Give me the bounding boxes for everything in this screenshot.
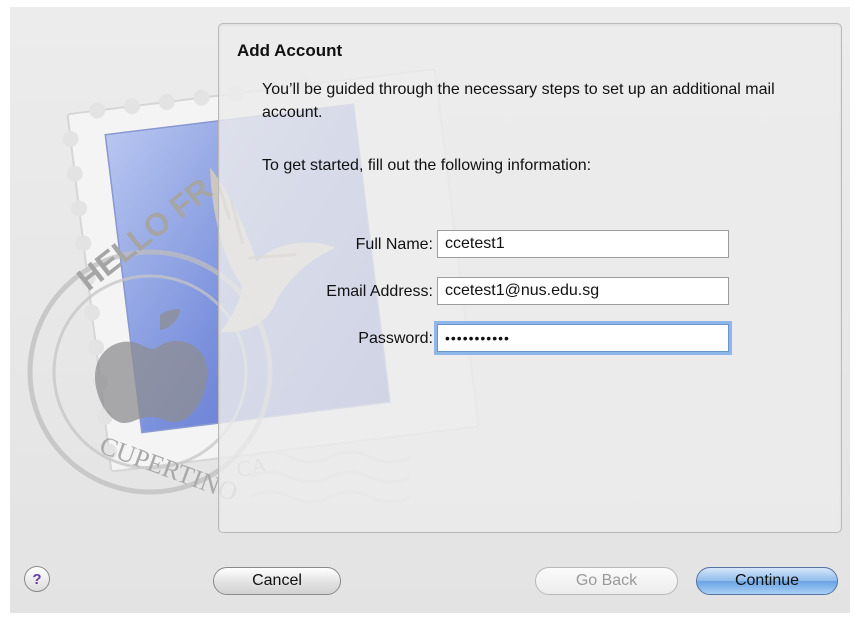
help-button[interactable]: ? — [24, 566, 50, 592]
email-field[interactable] — [437, 277, 729, 305]
help-icon: ? — [32, 570, 42, 588]
cancel-button[interactable]: Cancel — [213, 567, 341, 595]
email-row: Email Address: — [219, 277, 839, 309]
intro-text: You’ll be guided through the necessary s… — [262, 81, 775, 121]
password-field[interactable] — [437, 324, 729, 352]
email-label: Email Address: — [326, 283, 433, 300]
continue-button[interactable]: Continue — [696, 567, 838, 595]
password-label: Password: — [358, 330, 433, 347]
panel-title: Add Account — [237, 41, 343, 60]
full-name-label: Full Name: — [355, 236, 433, 253]
go-back-button[interactable]: Go Back — [535, 567, 678, 595]
password-row: Password: — [219, 324, 839, 356]
instruction-text: To get started, fill out the following i… — [262, 157, 592, 174]
add-account-dialog: HELLO FR CUPERTINO CA Add Account You’ll… — [10, 7, 850, 613]
account-setup-panel: Add Account You’ll be guided through the… — [218, 23, 842, 533]
full-name-field[interactable] — [437, 230, 729, 258]
full-name-row: Full Name: — [219, 230, 839, 262]
